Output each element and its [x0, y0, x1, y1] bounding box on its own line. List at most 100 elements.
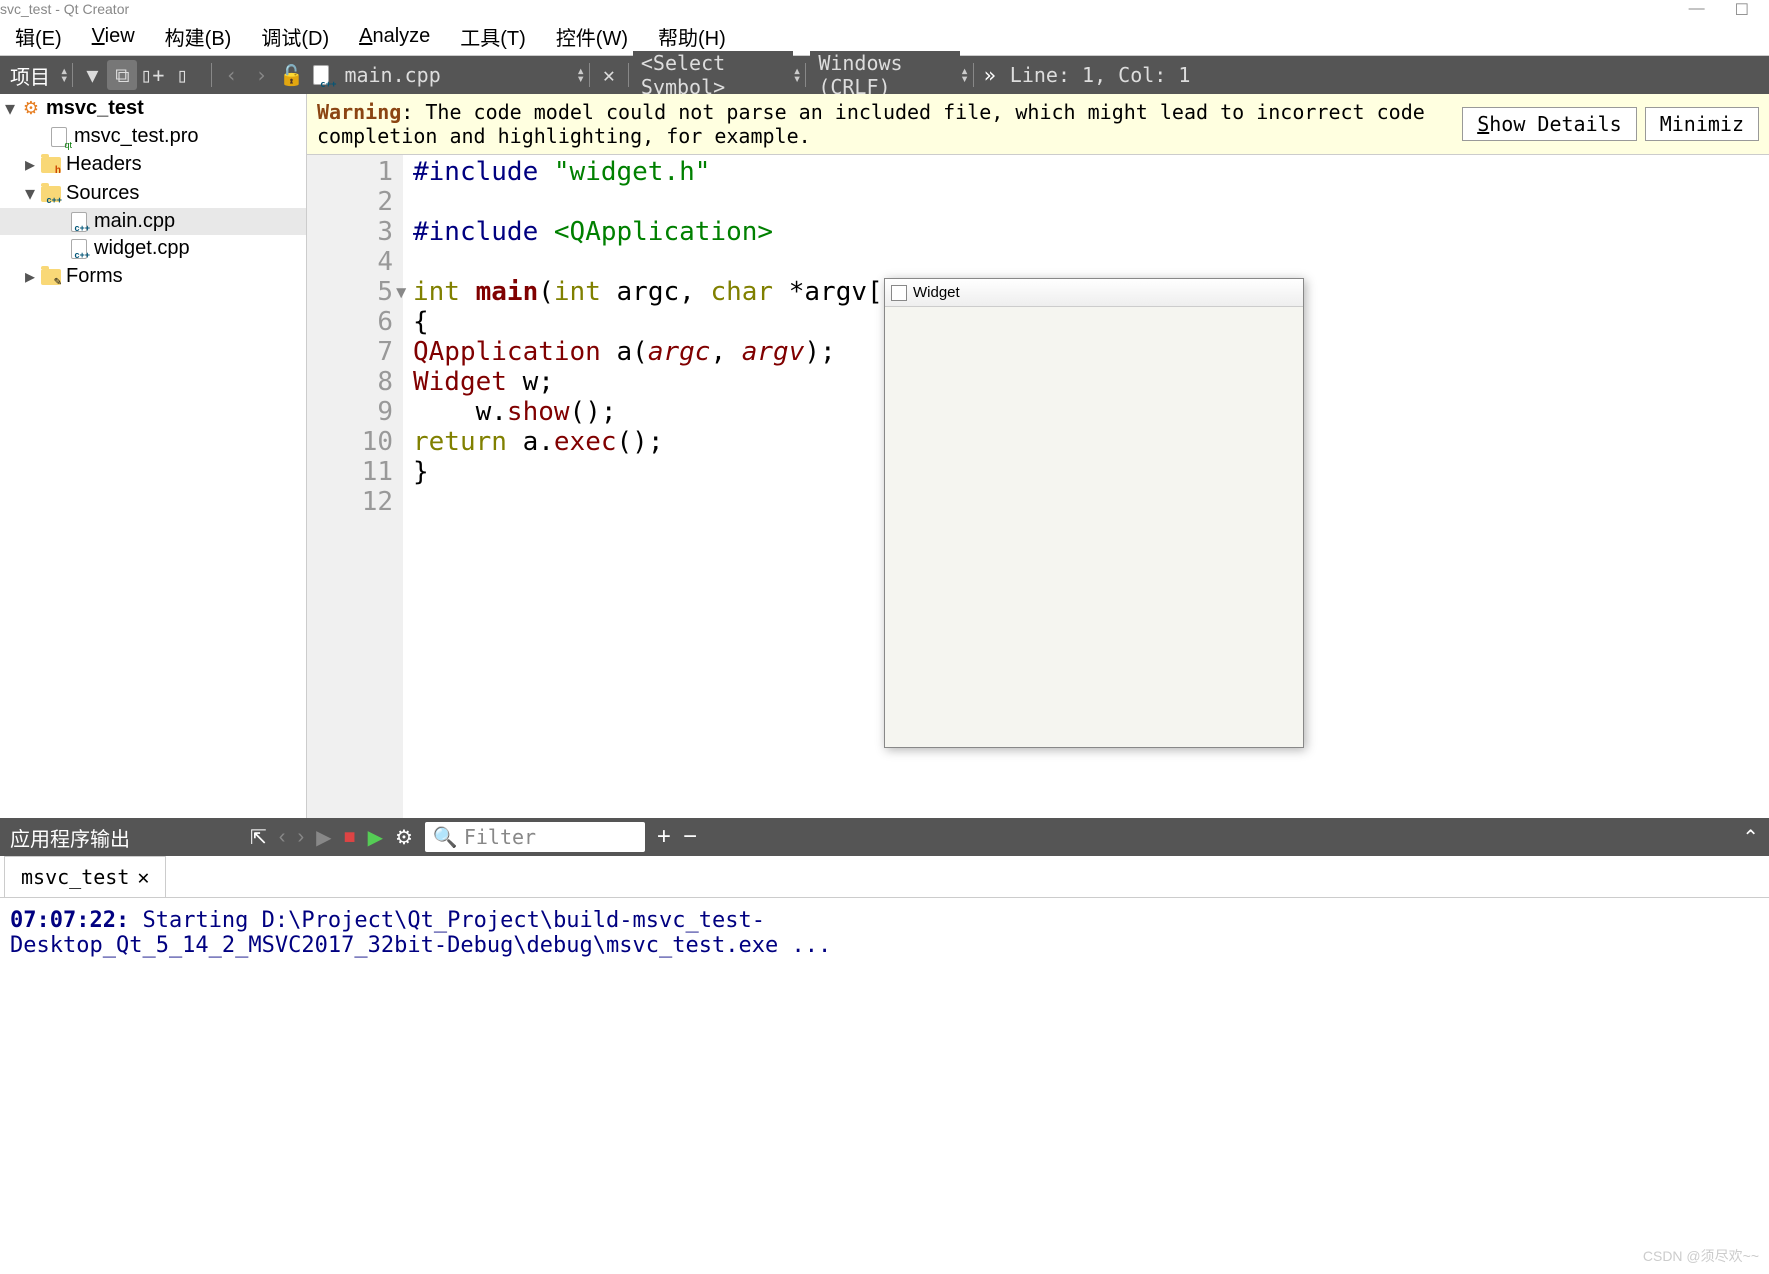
- warning-label: Warning: [317, 100, 401, 124]
- add-icon[interactable]: +: [657, 823, 671, 851]
- expand-icon[interactable]: ▸: [20, 152, 40, 177]
- output-body[interactable]: 07:07:22: Starting D:\Project\Qt_Project…: [0, 898, 1769, 968]
- back-icon[interactable]: ‹: [216, 60, 246, 90]
- link-icon[interactable]: ⧉: [107, 60, 137, 90]
- line-num: 2: [307, 187, 393, 217]
- filter-placeholder: Filter: [464, 825, 536, 849]
- menu-debug[interactable]: 调试(D): [246, 22, 344, 51]
- stop-icon[interactable]: ■: [344, 826, 356, 849]
- file-icon: qt: [48, 126, 70, 148]
- lock-icon[interactable]: 🔓: [276, 60, 306, 90]
- cpp-file-icon: c++: [68, 238, 90, 260]
- cursor-position[interactable]: Line: 1, Col: 1: [1002, 63, 1199, 87]
- menu-build[interactable]: 构建(B): [150, 22, 247, 51]
- line-num: 4: [307, 247, 393, 277]
- folder-icon: h: [40, 154, 62, 176]
- menu-view[interactable]: View: [77, 25, 150, 48]
- menu-analyze[interactable]: Analyze: [344, 25, 445, 48]
- tree-root-label: msvc_test: [46, 97, 144, 120]
- prev-icon[interactable]: ‹: [279, 826, 286, 849]
- warning-message: : The code model could not parse an incl…: [317, 100, 1425, 148]
- close-tab-icon[interactable]: ✕: [137, 865, 149, 889]
- line-num: 1: [307, 157, 393, 187]
- encoding-selector[interactable]: Windows (CRLF): [810, 51, 960, 99]
- widget-app-icon: [891, 285, 907, 301]
- output-tabs: msvc_test ✕: [0, 856, 1769, 898]
- widget-title-bar[interactable]: Widget: [885, 279, 1303, 307]
- output-timestamp: 07:07:22:: [10, 908, 129, 933]
- project-dropdown[interactable]: 项目: [0, 61, 60, 90]
- line-num: 10: [307, 427, 393, 457]
- run-icon[interactable]: ▶: [368, 825, 383, 850]
- folder-icon: ✎: [40, 266, 62, 288]
- tree-sources-label: Sources: [66, 182, 139, 205]
- collapse-output-icon[interactable]: ⌃: [1742, 825, 1759, 850]
- symbol-updown-icon[interactable]: ▴▾: [793, 67, 801, 83]
- show-details-button[interactable]: Show Details: [1462, 107, 1637, 141]
- close-file-icon[interactable]: ✕: [594, 60, 624, 90]
- output-title: 应用程序输出: [10, 823, 130, 852]
- minimize-button[interactable]: Minimiz: [1645, 107, 1759, 141]
- attach-icon[interactable]: ⇱: [250, 825, 267, 850]
- line-gutter: 1 2 3 4 5▾ 6 7 8 9 10 11 12: [307, 155, 403, 818]
- filename-updown-icon[interactable]: ▴▾: [576, 67, 584, 83]
- tree-headers-label: Headers: [66, 153, 142, 176]
- tree-main-cpp[interactable]: c++ main.cpp: [0, 208, 306, 235]
- search-icon: 🔍: [433, 825, 458, 849]
- tree-widget-cpp[interactable]: c++ widget.cpp: [0, 235, 306, 262]
- output-tab-msvc[interactable]: msvc_test ✕: [4, 856, 166, 897]
- chevron-icon: »: [978, 63, 1002, 87]
- line-num: 3: [307, 217, 393, 247]
- filter-icon[interactable]: ▼: [77, 60, 107, 90]
- output-header: 应用程序输出 ⇱ ‹ › ▶ ■ ▶ ⚙ 🔍 Filter + − ⌃: [0, 818, 1769, 856]
- minimize-icon[interactable]: —: [1689, 0, 1705, 20]
- widget-window[interactable]: Widget: [884, 278, 1304, 748]
- tree-sources[interactable]: ▾ c++ Sources: [0, 179, 306, 208]
- panel-icon[interactable]: ▯: [167, 60, 197, 90]
- encoding-updown-icon[interactable]: ▴▾: [960, 67, 968, 83]
- project-icon: ⚙: [20, 98, 42, 120]
- collapse-icon[interactable]: ▾: [0, 96, 20, 121]
- watermark: CSDN @须尽欢~~: [1643, 1246, 1759, 1266]
- settings-icon[interactable]: ⚙: [395, 825, 413, 850]
- tree-headers[interactable]: ▸ h Headers: [0, 150, 306, 179]
- symbol-selector[interactable]: <Select Symbol>: [633, 51, 793, 99]
- output-tab-label: msvc_test: [21, 865, 129, 889]
- filter-input[interactable]: 🔍 Filter: [425, 822, 645, 852]
- minus-icon[interactable]: −: [683, 823, 697, 851]
- tree-widget-label: widget.cpp: [94, 237, 190, 260]
- expand-icon[interactable]: ▸: [20, 264, 40, 289]
- line-num: 12: [307, 487, 393, 517]
- window-controls: — ☐: [1689, 0, 1749, 20]
- menu-tools[interactable]: 工具(T): [445, 22, 541, 51]
- filename-selector[interactable]: main.cpp: [336, 63, 576, 87]
- tree-pro-label: msvc_test.pro: [74, 125, 198, 148]
- maximize-icon[interactable]: ☐: [1735, 0, 1749, 20]
- line-num: 9: [307, 397, 393, 427]
- play-icon[interactable]: ▶: [316, 825, 331, 850]
- toolbar: 项目 ▴▾ ▼ ⧉ ▯+ ▯ ‹ › 🔓 c++ main.cpp ▴▾ ✕ <…: [0, 56, 1769, 94]
- project-updown-icon[interactable]: ▴▾: [60, 67, 68, 83]
- folder-icon: c++: [40, 183, 62, 205]
- line-num: 5▾: [307, 277, 393, 307]
- widget-title-text: Widget: [913, 284, 960, 301]
- menu-controls[interactable]: 控件(W): [541, 22, 643, 51]
- forward-icon[interactable]: ›: [246, 60, 276, 90]
- warning-bar: Warning: The code model could not parse …: [307, 94, 1769, 155]
- output-line2: Desktop_Qt_5_14_2_MSVC2017_32bit-Debug\d…: [10, 933, 831, 958]
- line-num: 8: [307, 367, 393, 397]
- tree-forms[interactable]: ▸ ✎ Forms: [0, 262, 306, 291]
- menu-help[interactable]: 帮助(H): [643, 22, 741, 51]
- tree-pro-file[interactable]: qt msvc_test.pro: [0, 123, 306, 150]
- tree-root[interactable]: ▾ ⚙ msvc_test: [0, 94, 306, 123]
- collapse-icon[interactable]: ▾: [20, 181, 40, 206]
- project-tree: ▾ ⚙ msvc_test qt msvc_test.pro ▸ h Heade…: [0, 94, 307, 818]
- output-line1: Starting D:\Project\Qt_Project\build-msv…: [129, 908, 765, 933]
- title-bar: svc_test - Qt Creator — ☐: [0, 0, 1769, 18]
- line-num: 11: [307, 457, 393, 487]
- window-title: svc_test - Qt Creator: [0, 1, 129, 17]
- split-icon[interactable]: ▯+: [137, 60, 167, 90]
- menu-edit[interactable]: 辑(E): [0, 22, 77, 51]
- next-icon[interactable]: ›: [297, 826, 304, 849]
- line-num: 6: [307, 307, 393, 337]
